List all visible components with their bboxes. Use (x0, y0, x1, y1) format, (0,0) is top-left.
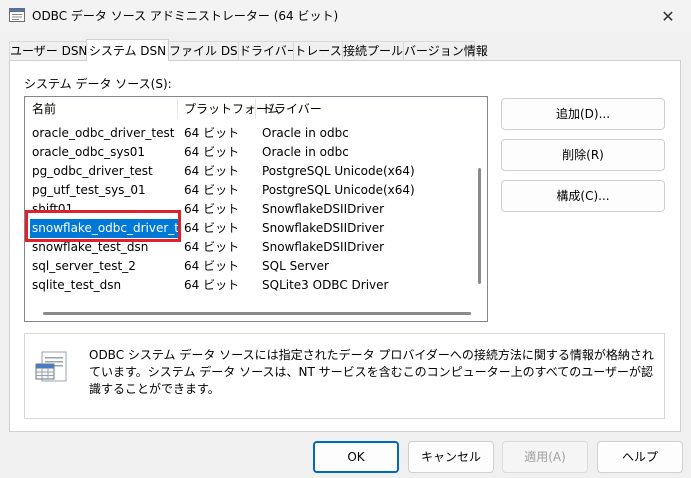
tab-user-dsn[interactable]: ユーザー DSN (9, 41, 87, 60)
odbc-app-icon (9, 8, 25, 22)
table-row[interactable]: pg_odbc_driver_test 64 ビット PostgreSQL Un… (25, 162, 465, 181)
table-row-selected[interactable]: snowflake_odbc_driver_test 64 ビット Snowfl… (25, 219, 465, 238)
dsn-platform: 64 ビット (184, 183, 240, 197)
dsn-name: shift01 (32, 202, 74, 216)
dsn-name: snowflake_odbc_driver_test (30, 219, 180, 238)
odbc-admin-window: ODBC データ ソース アドミニストレーター (64 ビット) ✕ ユーザー … (0, 0, 691, 478)
apply-button[interactable]: 適用(A) (502, 441, 588, 473)
close-icon: ✕ (661, 6, 675, 26)
dsn-driver: PostgreSQL Unicode(x64) (262, 164, 415, 178)
close-button[interactable]: ✕ (645, 0, 691, 32)
dsn-platform: 64 ビット (184, 164, 240, 178)
window-title: ODBC データ ソース アドミニストレーター (64 ビット) (32, 9, 339, 23)
dsn-driver: PostgreSQL Unicode(x64) (262, 183, 415, 197)
column-header-name[interactable]: 名前 (25, 97, 177, 121)
dsn-name: pg_utf_test_sys_01 (32, 183, 146, 197)
title-bar: ODBC データ ソース アドミニストレーター (64 ビット) ✕ (0, 0, 691, 32)
dsn-platform: 64 ビット (184, 202, 240, 216)
tab-about[interactable]: バージョン情報 (403, 41, 488, 60)
dsn-name: oracle_odbc_sys01 (32, 145, 145, 159)
dsn-driver: SnowflakeDSIIDriver (262, 240, 385, 254)
table-row[interactable]: oracle_odbc_sys01 64 ビット Oracle in odbc (25, 143, 465, 162)
info-description: ODBC システム データ ソースには指定されたデータ プロバイダーへの接続方法… (89, 348, 654, 396)
dsn-driver: SnowflakeDSIIDriver (262, 202, 385, 216)
table-row[interactable]: sql_server_test_2 64 ビット SQL Server (25, 257, 465, 276)
list-header: 名前 プラットフォーム ドライバー (25, 97, 487, 121)
tab-system-dsn[interactable]: システム DSN (86, 39, 169, 61)
tab-connection-pooling[interactable]: 接続プール (342, 41, 404, 60)
table-row[interactable]: sqlite_test_dsn 64 ビット SQLite3 ODBC Driv… (25, 276, 465, 295)
dsn-platform: 64 ビット (184, 259, 240, 273)
dsn-platform: 64 ビット (184, 278, 240, 292)
table-row[interactable]: oracle_odbc_driver_test 64 ビット Oracle in… (25, 124, 465, 143)
system-data-sources-label: システム データ ソース(S): (24, 77, 172, 91)
help-button[interactable]: ヘルプ (597, 441, 683, 473)
dsn-driver: SnowflakeDSIIDriver (262, 221, 385, 235)
tab-drivers[interactable]: ドライバー (238, 41, 299, 60)
dsn-platform: 64 ビット (184, 126, 240, 140)
dsn-platform: 64 ビット (184, 221, 240, 235)
dsn-platform: 64 ビット (184, 145, 240, 159)
horizontal-scrollbar[interactable] (43, 312, 471, 315)
table-row[interactable]: pg_utf_test_sys_01 64 ビット PostgreSQL Uni… (25, 181, 465, 200)
dsn-driver: SQL Server (262, 259, 329, 273)
table-row[interactable]: shift01 64 ビット SnowflakeDSIIDriver (25, 200, 465, 219)
tab-file-dsn[interactable]: ファイル DSN (168, 41, 247, 60)
add-button[interactable]: 追加(D)... (501, 98, 665, 130)
dsn-driver: Oracle in odbc (262, 145, 349, 159)
remove-button[interactable]: 削除(R) (501, 139, 665, 171)
dsn-name: sqlite_test_dsn (32, 278, 122, 292)
column-header-platform[interactable]: プラットフォーム (177, 97, 280, 121)
ok-button[interactable]: OK (313, 441, 399, 473)
column-header-driver[interactable]: ドライバー (255, 97, 455, 121)
table-row[interactable]: snowflake_test_dsn 64 ビット SnowflakeDSIID… (25, 238, 465, 257)
dsn-name: sql_server_test_2 (32, 259, 136, 273)
data-source-icon (35, 351, 67, 382)
dsn-driver: Oracle in odbc (262, 126, 349, 140)
dsn-name: snowflake_test_dsn (32, 240, 149, 254)
dsn-name: pg_odbc_driver_test (32, 164, 153, 178)
dsn-name: oracle_odbc_driver_test (32, 126, 175, 140)
dsn-platform: 64 ビット (184, 240, 240, 254)
configure-button[interactable]: 構成(C)... (501, 180, 665, 212)
system-dsn-list[interactable]: 名前 プラットフォーム ドライバー oracle_odbc_driver_tes… (24, 96, 488, 322)
vertical-scrollbar[interactable] (478, 168, 481, 284)
cancel-button[interactable]: キャンセル (408, 441, 494, 473)
tab-tracing[interactable]: トレース (293, 41, 343, 60)
dsn-driver: SQLite3 ODBC Driver (262, 278, 389, 292)
